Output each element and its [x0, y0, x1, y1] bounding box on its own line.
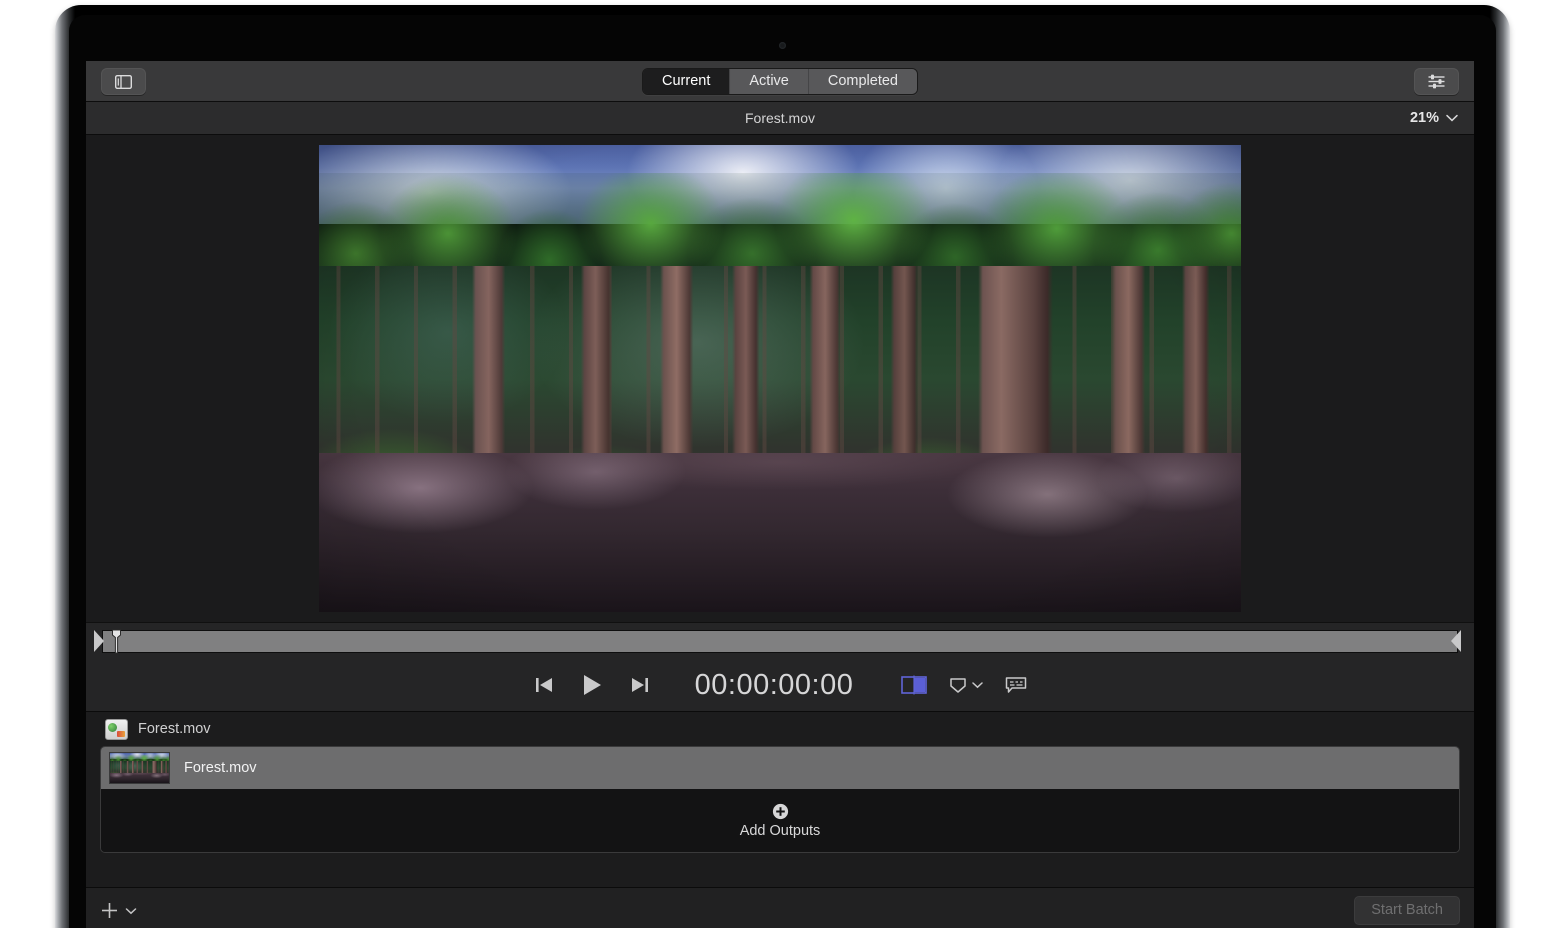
add-outputs-label: Add Outputs: [739, 822, 821, 839]
scrubber-bar[interactable]: [86, 622, 1474, 659]
forest-panorama-thumbnail: [109, 752, 170, 784]
batch-job-name: Forest.mov: [138, 721, 211, 737]
tab-active[interactable]: Active: [730, 69, 809, 94]
outputs-list: Forest.mov Add Outputs: [100, 746, 1460, 853]
chevron-down-icon: [972, 681, 983, 689]
play-icon: [579, 672, 605, 698]
tab-current[interactable]: Current: [643, 69, 731, 94]
closed-caption-icon: [1005, 676, 1027, 694]
video-preview-canvas[interactable]: [319, 145, 1241, 612]
batch-panel: Forest.mov Forest.mov Add Outputs: [86, 711, 1474, 887]
chevron-down-icon: [125, 907, 137, 915]
start-batch-button[interactable]: Start Batch: [1354, 896, 1460, 925]
panorama-vignette: [319, 145, 1241, 612]
list-item[interactable]: Forest.mov: [101, 747, 1459, 789]
output-name: Forest.mov: [184, 760, 257, 776]
forest-panorama-image: [319, 145, 1241, 612]
toggle-inspector-button[interactable]: [1414, 68, 1459, 95]
app-toolbar: Current Active Completed: [86, 61, 1474, 102]
screenshot-stage: Current Active Completed Forest.mov 21% …: [0, 0, 1560, 928]
transport-controls: 00:00:00:00: [86, 659, 1474, 711]
scrubber-track[interactable]: [94, 629, 1461, 654]
add-file-menu-button[interactable]: [100, 901, 137, 920]
skip-to-start-button[interactable]: [529, 670, 559, 700]
batch-job-header[interactable]: Forest.mov: [100, 712, 1460, 746]
timecode-display[interactable]: 00:00:00:00: [695, 669, 854, 702]
toggle-sidebar-button[interactable]: [101, 68, 146, 95]
batch-view-segmented-control[interactable]: Current Active Completed: [642, 68, 918, 95]
zoom-level-value: 21%: [1409, 110, 1439, 126]
webcam-dot: [779, 42, 786, 49]
plus-circle-icon: [772, 803, 789, 820]
marker-menu-button[interactable]: [945, 670, 985, 700]
playhead-handle[interactable]: [111, 629, 122, 654]
preview-title-bar: Forest.mov 21%: [86, 102, 1474, 135]
preview-viewer[interactable]: [86, 135, 1474, 622]
skip-to-end-button[interactable]: [625, 670, 655, 700]
compressor-app-window: Current Active Completed Forest.mov 21% …: [86, 61, 1474, 928]
marker-shield-icon: [948, 675, 968, 695]
quicktime-movie-icon: [105, 718, 128, 740]
add-outputs-button[interactable]: Add Outputs: [101, 789, 1459, 852]
sliders-icon: [1427, 74, 1446, 89]
range-start-icon[interactable]: [94, 629, 104, 652]
split-view-button[interactable]: [899, 670, 929, 700]
range-end-icon[interactable]: [1451, 629, 1461, 652]
sidebar-panel-icon: [115, 74, 132, 89]
tab-completed[interactable]: Completed: [808, 69, 917, 94]
split-view-icon: [901, 675, 928, 695]
skip-to-start-icon: [533, 675, 555, 695]
skip-to-end-icon: [629, 675, 651, 695]
play-button[interactable]: [577, 670, 607, 700]
closed-caption-button[interactable]: [1001, 670, 1031, 700]
plus-icon: [100, 901, 119, 920]
batch-bottom-bar: Start Batch: [86, 887, 1474, 928]
page-title: Forest.mov: [744, 110, 815, 126]
chevron-down-icon: [1446, 114, 1458, 122]
zoom-level-control[interactable]: 21%: [1410, 102, 1458, 134]
